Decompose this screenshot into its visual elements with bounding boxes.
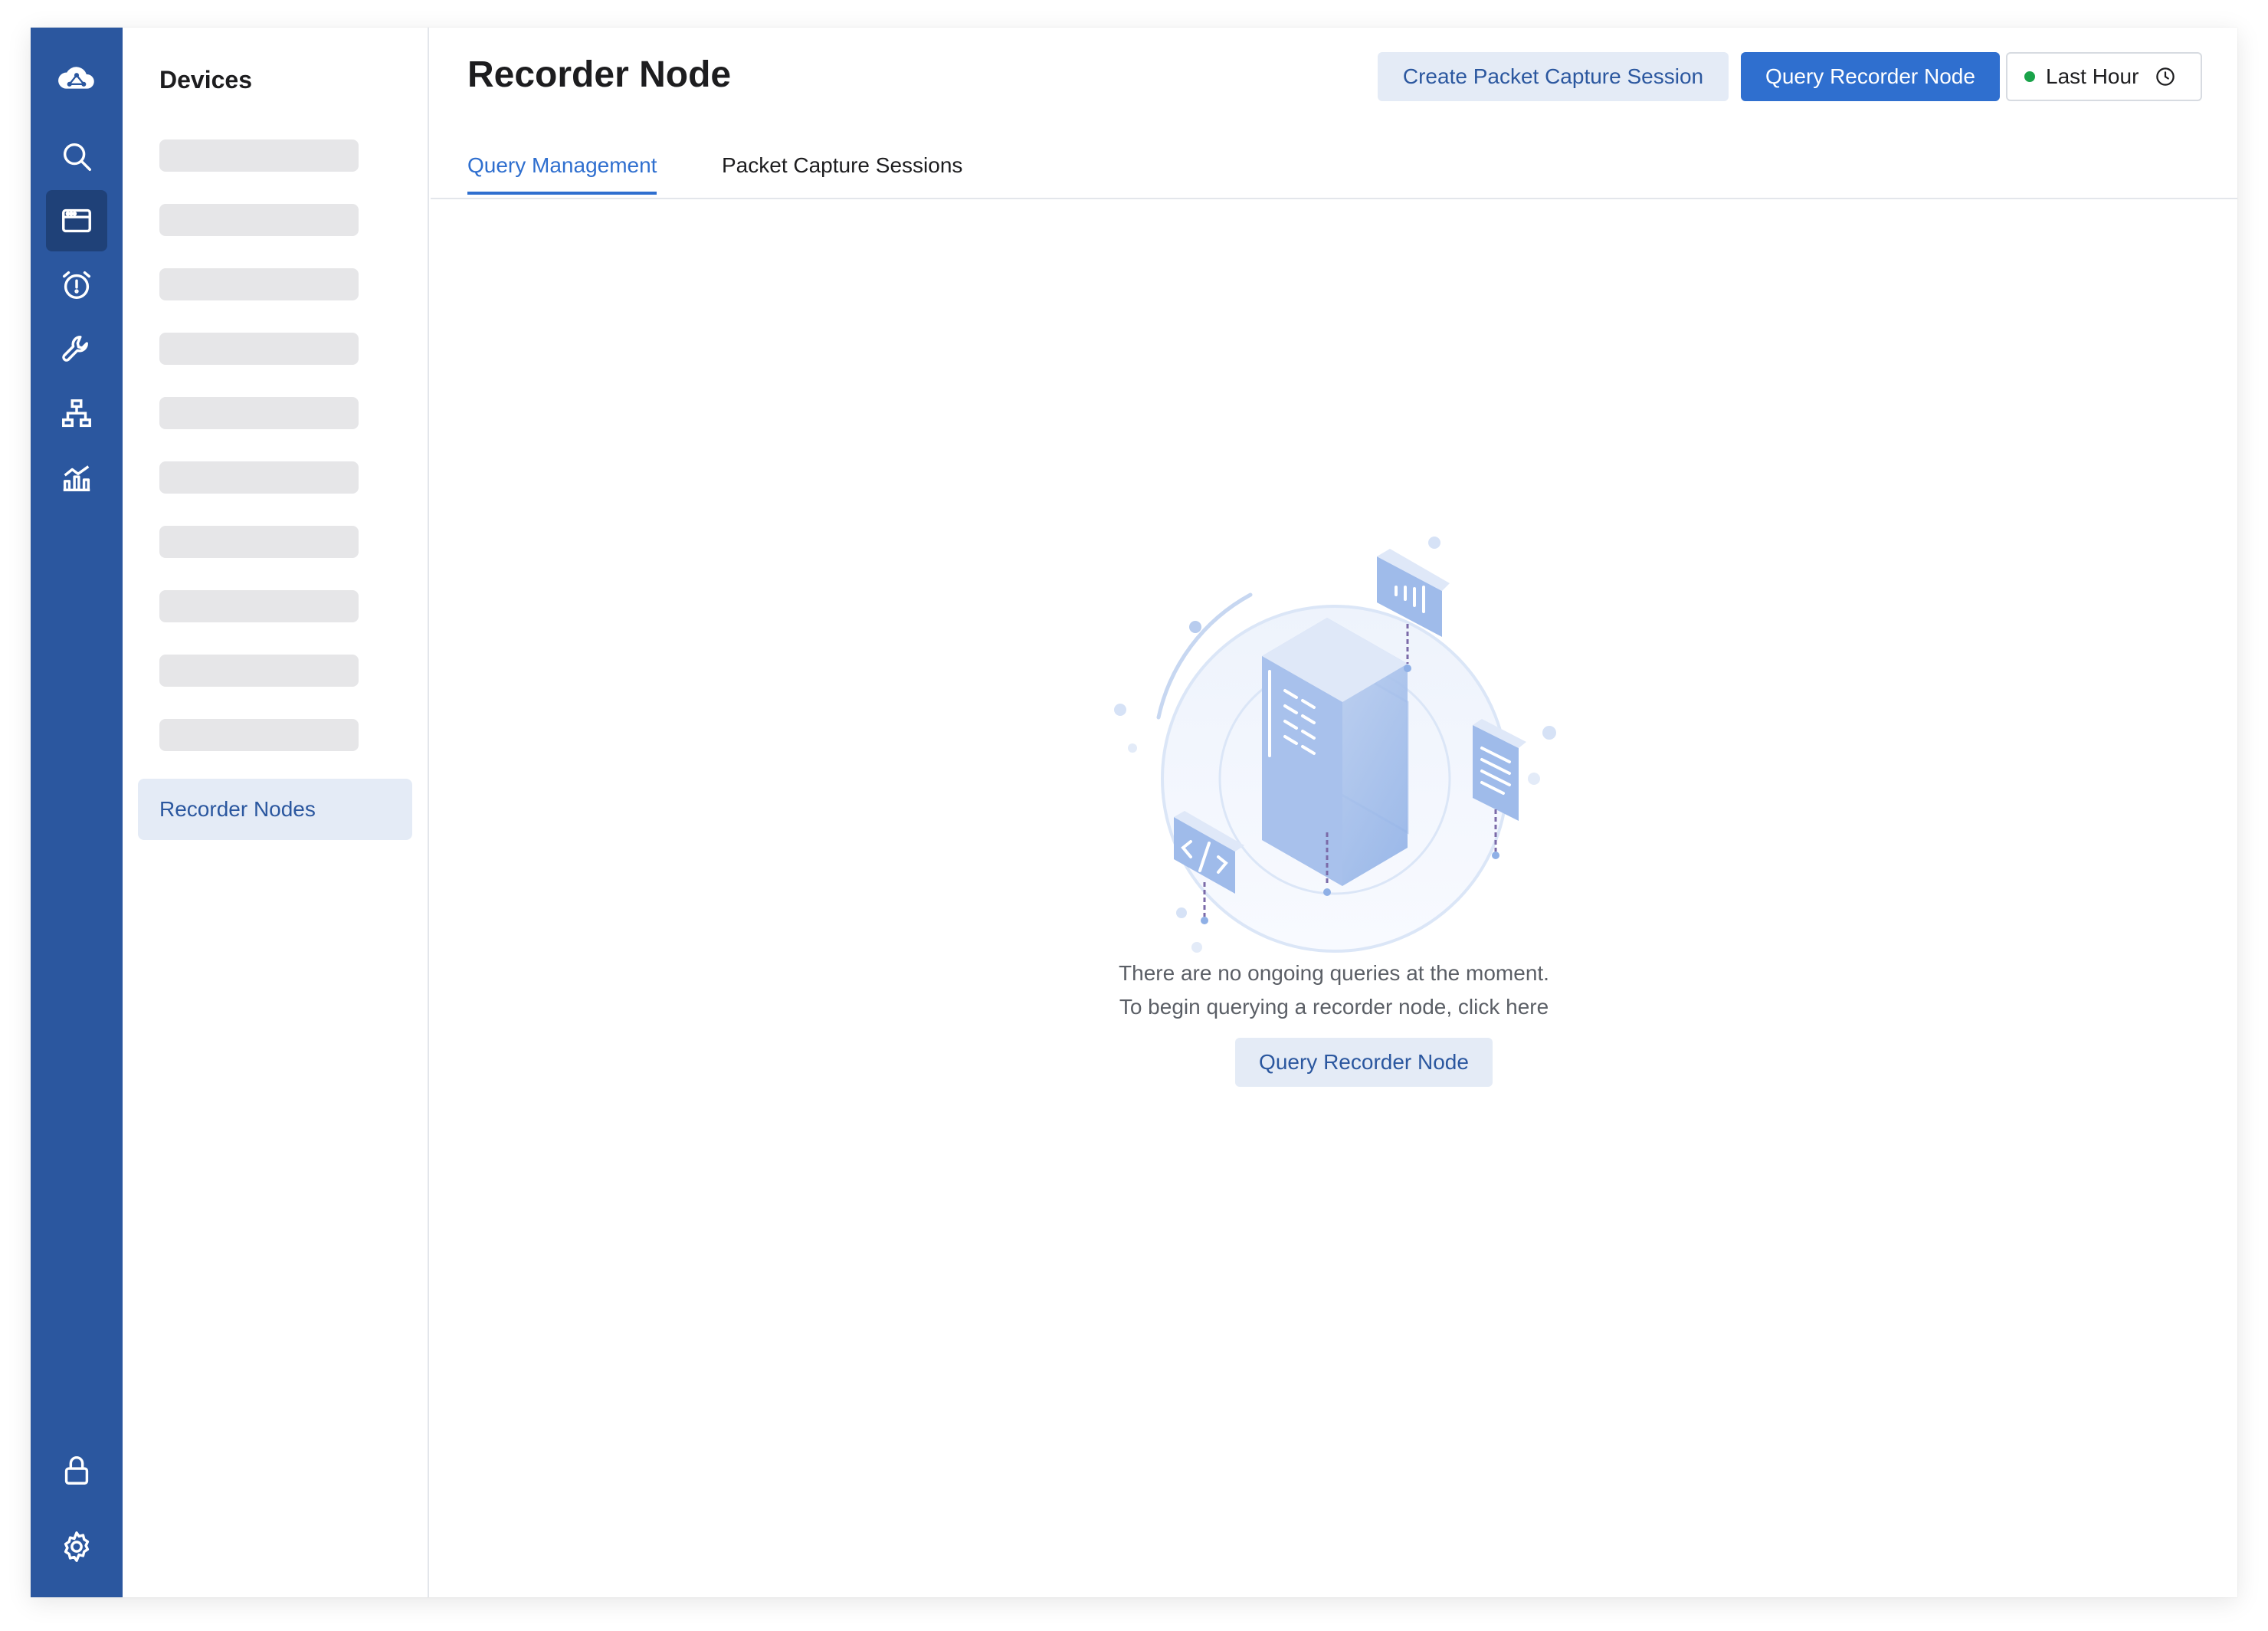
create-packet-capture-session-button[interactable]: Create Packet Capture Session <box>1378 52 1729 101</box>
subnav-item-recorder-nodes[interactable]: Recorder Nodes <box>138 779 412 840</box>
cloud-logo-icon[interactable] <box>46 49 107 110</box>
skeleton-placeholder <box>159 139 359 172</box>
settings-gear-icon[interactable] <box>46 1516 107 1577</box>
skeleton-placeholder <box>159 655 359 687</box>
time-range-label: Last Hour <box>2046 64 2139 88</box>
tab-packet-capture-sessions[interactable]: Packet Capture Sessions <box>722 153 962 192</box>
devices-subnav: Devices Recorder Nodes <box>123 28 429 1597</box>
empty-state-illustration <box>1114 537 1556 953</box>
app-window: Devices Recorder Nodes Recorder Node Cre… <box>31 28 2237 1597</box>
skeleton-placeholder <box>159 526 359 558</box>
skeleton-placeholder <box>159 590 359 622</box>
tab-bar: Query Management Packet Capture Sessions <box>431 143 2237 199</box>
page-title: Recorder Node <box>467 54 732 95</box>
skeleton-placeholder <box>159 397 359 429</box>
skeleton-placeholder <box>159 461 359 494</box>
devices-icon[interactable] <box>46 190 107 251</box>
time-range-picker[interactable]: Last Hour <box>2006 52 2202 101</box>
skeleton-placeholder <box>159 268 359 300</box>
icon-rail <box>31 28 123 1597</box>
empty-state-query-button[interactable]: Query Recorder Node <box>1235 1038 1493 1087</box>
query-recorder-node-button[interactable]: Query Recorder Node <box>1741 52 2000 101</box>
lock-icon[interactable] <box>46 1439 107 1501</box>
skeleton-placeholder <box>159 333 359 365</box>
empty-state-message: There are no ongoing queries at the mome… <box>951 957 1717 1024</box>
search-icon[interactable] <box>46 126 107 187</box>
subnav-title: Devices <box>159 66 252 94</box>
tab-query-management[interactable]: Query Management <box>467 153 657 195</box>
alarm-icon[interactable] <box>46 254 107 316</box>
status-dot <box>2024 71 2035 82</box>
network-topology-icon[interactable] <box>46 383 107 445</box>
skeleton-placeholder <box>159 204 359 236</box>
analytics-icon[interactable] <box>46 448 107 509</box>
wrench-icon[interactable] <box>46 319 107 380</box>
empty-state-line-2: To begin querying a recorder node, click… <box>1119 995 1549 1019</box>
empty-state-line-1: There are no ongoing queries at the mome… <box>1119 961 1549 985</box>
skeleton-placeholder <box>159 719 359 751</box>
clock-icon <box>2156 67 2175 86</box>
main-content: Recorder Node Create Packet Capture Sess… <box>431 28 2237 1597</box>
